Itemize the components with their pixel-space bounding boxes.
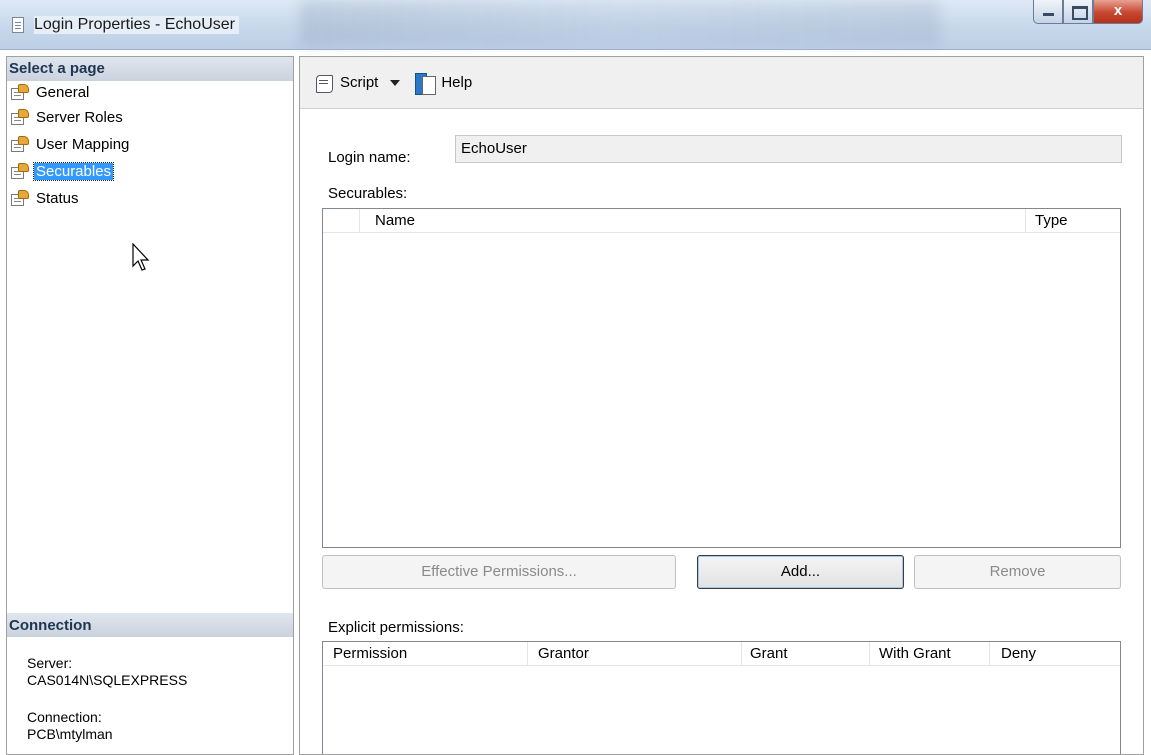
page-item-status[interactable]: Status xyxy=(11,185,293,212)
securables-grid-header: Name Type xyxy=(323,209,1120,233)
page-item-label: Server Roles xyxy=(36,109,123,126)
page-item-label: User Mapping xyxy=(36,136,130,153)
column-separator[interactable] xyxy=(1025,209,1026,233)
connection-label: Connection: xyxy=(27,709,102,725)
column-header-type[interactable]: Type xyxy=(1035,212,1068,229)
column-header-name[interactable]: Name xyxy=(375,212,415,229)
page-icon xyxy=(11,109,30,126)
title-bar[interactable]: Login Properties - EchoUser x xyxy=(0,0,1151,50)
script-button[interactable]: Script xyxy=(314,73,378,93)
column-separator[interactable] xyxy=(741,642,742,666)
column-separator[interactable] xyxy=(869,642,870,666)
remove-button[interactable]: Remove xyxy=(914,555,1121,589)
window-title: Login Properties - EchoUser xyxy=(34,16,239,34)
page-item-user-mapping[interactable]: User Mapping xyxy=(11,131,293,158)
page-item-label: Status xyxy=(36,190,79,207)
column-header-grantor[interactable]: Grantor xyxy=(538,645,589,662)
add-button[interactable]: Add... xyxy=(697,555,904,589)
server-info: Server: CAS014N\SQLEXPRESS xyxy=(27,655,187,689)
login-name-field: EchoUser xyxy=(455,135,1122,163)
toolbar: Script Help xyxy=(300,57,1143,109)
securables-grid[interactable]: Name Type xyxy=(322,208,1121,548)
page-icon xyxy=(11,136,30,153)
mouse-cursor-icon xyxy=(132,243,150,271)
page-icon xyxy=(11,163,30,180)
column-separator[interactable] xyxy=(989,642,990,666)
page-list: General Server Roles User Mapping Secura… xyxy=(7,81,293,212)
page-item-label: General xyxy=(36,84,90,101)
script-icon xyxy=(314,73,335,93)
script-label: Script xyxy=(340,74,379,91)
column-header-with-grant[interactable]: With Grant xyxy=(879,645,951,662)
page-item-label: Securables xyxy=(32,162,115,181)
securables-label: Securables: xyxy=(328,185,408,202)
close-button[interactable]: x xyxy=(1093,0,1143,24)
column-separator[interactable] xyxy=(527,642,528,666)
page-content: Login name: EchoUser Securables: Name Ty… xyxy=(300,109,1143,754)
page-item-server-roles[interactable]: Server Roles xyxy=(11,104,293,131)
page-item-securables[interactable]: Securables xyxy=(11,158,293,185)
column-separator xyxy=(359,209,360,233)
column-header-grant[interactable]: Grant xyxy=(750,645,788,662)
connection-info: Connection: PCB\mtylman xyxy=(27,709,113,743)
chevron-down-icon[interactable] xyxy=(390,79,401,86)
permissions-grid-header: Permission Grantor Grant With Grant Deny xyxy=(323,642,1120,666)
page-icon xyxy=(11,190,30,207)
title-bar-background xyxy=(300,0,940,46)
help-label: Help xyxy=(441,74,473,91)
minimize-button[interactable] xyxy=(1033,0,1063,24)
column-header-deny[interactable]: Deny xyxy=(1001,645,1036,662)
maximize-button[interactable] xyxy=(1063,0,1093,24)
window-app-icon xyxy=(12,17,24,33)
page-selector-panel: Select a page General Server Roles User … xyxy=(6,56,294,755)
server-label: Server: xyxy=(27,655,73,671)
help-icon xyxy=(414,72,437,95)
column-header-permission[interactable]: Permission xyxy=(333,645,407,662)
explicit-permissions-grid[interactable]: Permission Grantor Grant With Grant Deny xyxy=(322,641,1121,754)
page-icon xyxy=(11,84,30,101)
page-item-general[interactable]: General xyxy=(11,81,293,104)
select-page-header: Select a page xyxy=(7,57,293,81)
explicit-permissions-label: Explicit permissions: xyxy=(328,619,464,636)
help-button[interactable]: Help xyxy=(414,72,473,95)
window-controls: x xyxy=(1033,0,1143,24)
connection-value: PCB\mtylman xyxy=(27,726,113,742)
effective-permissions-button[interactable]: Effective Permissions... xyxy=(322,555,676,589)
login-name-label: Login name: xyxy=(328,149,411,166)
securables-page: Script Help Login name: EchoUser Securab… xyxy=(299,56,1144,755)
server-value: CAS014N\SQLEXPRESS xyxy=(27,672,188,688)
connection-header: Connection xyxy=(7,613,293,637)
